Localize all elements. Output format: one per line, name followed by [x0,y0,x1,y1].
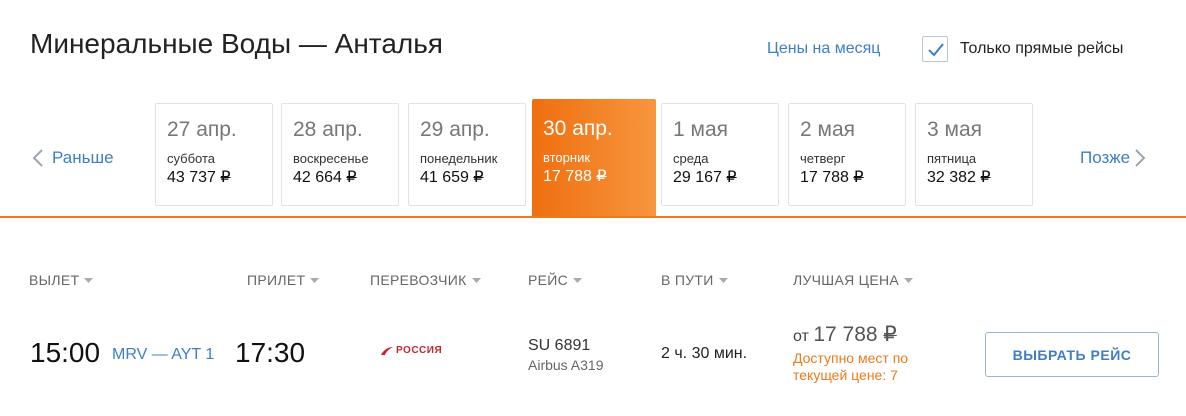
date-strip-divider [0,216,1186,218]
column-header-label: ВЫЛЕТ [29,272,80,288]
date-card-weekday: среда [673,151,709,166]
date-card-date: 30 апр. [543,117,613,140]
caret-down-icon [84,277,94,283]
arrival-time: 17:30 [235,337,306,368]
earlier-label: Раньше [52,148,114,167]
direct-only-label: Только прямые рейсы [960,40,1124,57]
direct-only-filter[interactable]: Только прямые рейсы [922,36,1123,62]
rossiya-wing-icon [381,346,393,355]
date-card-price: 17 788 ₽ [543,168,607,185]
date-card-date: 1 мая [673,118,729,141]
departure-time: 15:00 [30,337,101,368]
date-card-weekday: суббота [167,151,216,166]
date-card-price: 41 659 ₽ [420,169,484,186]
price-amount: 17 788 ₽ [813,323,897,346]
aircraft-type: Airbus A319 [528,357,604,373]
date-card-date: 28 апр. [293,118,363,141]
ruble-sign: ₽ [220,169,231,186]
chevron-left-icon [32,149,43,167]
date-card-weekday: воскресенье [293,151,369,166]
sort-carrier[interactable]: ПЕРЕВОЗЧИК [370,272,481,288]
ruble-sign: ₽ [596,168,607,185]
date-card-date: 2 мая [800,118,856,141]
caret-down-icon [904,277,914,283]
ruble-sign: ₽ [883,323,897,346]
date-card-weekday: пятница [927,151,977,166]
sort-departure[interactable]: ВЫЛЕТ [29,272,94,288]
sort-best-price[interactable]: ЛУЧШАЯ ЦЕНА [793,272,914,288]
date-card-price: 32 382 ₽ [927,169,991,186]
ruble-sign: ₽ [726,169,737,186]
direct-only-checkbox[interactable] [922,36,948,62]
date-card-3-may[interactable]: 3 мая пятница 32 382 ₽ [915,103,1033,206]
column-header-label: В ПУТИ [661,272,714,288]
later-label: Позже [1080,148,1131,167]
date-card-27-apr[interactable]: 27 апр. суббота 43 737 ₽ [155,103,273,206]
date-card-weekday: четверг [800,151,846,166]
date-card-date: 29 апр. [420,118,490,141]
date-card-weekday: вторник [543,150,591,165]
best-price: от 17 788 ₽ [793,322,897,347]
seats-availability: Доступно мест по текущей цене: 7 [793,350,909,383]
sort-arrival[interactable]: ПРИЛЕТ [247,272,320,288]
date-card-price: 42 664 ₽ [293,169,357,186]
column-header-label: ПРИЛЕТ [247,272,306,288]
date-card-2-may[interactable]: 2 мая четверг 17 788 ₽ [788,103,906,206]
caret-down-icon [573,277,583,283]
date-card-30-apr-selected[interactable]: 30 апр. вторник 17 788 ₽ [532,99,656,217]
month-prices-link[interactable]: Цены на месяц [767,40,880,58]
date-card-weekday: понедельник [420,151,498,166]
date-card-29-apr[interactable]: 29 апр. понедельник 41 659 ₽ [408,103,526,206]
date-card-date: 27 апр. [167,118,237,141]
ruble-sign: ₽ [980,169,991,186]
caret-down-icon [310,277,320,283]
date-card-28-apr[interactable]: 28 апр. воскресенье 42 664 ₽ [281,103,399,206]
date-card-date: 3 мая [927,118,983,141]
date-card-1-may[interactable]: 1 мая среда 29 167 ₽ [661,103,779,206]
date-card-price: 43 737 ₽ [167,169,231,186]
flight-number: SU 6891 [528,337,591,354]
ruble-sign: ₽ [473,169,484,186]
column-header-label: ПЕРЕВОЗЧИК [370,272,467,288]
sort-flight[interactable]: РЕЙС [528,272,583,288]
carrier-name: РОССИЯ [396,345,443,356]
column-header-label: РЕЙС [528,272,569,288]
select-flight-button[interactable]: ВЫБРАТЬ РЕЙС [985,332,1159,377]
chevron-right-icon [1135,149,1146,167]
caret-down-icon [718,277,728,283]
price-prefix: от [793,328,809,345]
page-title: Минеральные Воды — Анталья [30,28,443,59]
sort-duration[interactable]: В ПУТИ [661,272,728,288]
route-airports[interactable]: MRV — AYT 1 [112,346,214,364]
flight-duration: 2 ч. 30 мин. [661,345,748,362]
date-card-price: 17 788 ₽ [800,169,864,186]
ruble-sign: ₽ [853,169,864,186]
earlier-button[interactable]: Раньше [32,148,114,168]
ruble-sign: ₽ [346,169,357,186]
column-header-label: ЛУЧШАЯ ЦЕНА [793,272,900,288]
later-button[interactable]: Позже [1080,148,1146,168]
checkmark-icon [928,43,944,57]
caret-down-icon [471,277,481,283]
carrier-logo: РОССИЯ [380,345,442,356]
date-card-price: 29 167 ₽ [673,169,737,186]
